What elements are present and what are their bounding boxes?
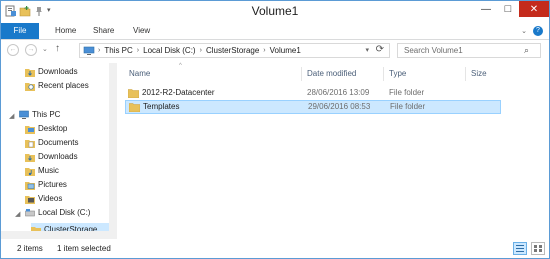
back-arrow-icon: ← [9,46,17,53]
details-view-button[interactable] [513,242,527,255]
tab-home[interactable]: Home [55,23,76,39]
title-bar[interactable]: ▾ Volume1 — □ ✕ [1,1,549,23]
sidebar-item-label: Pictures [38,180,67,189]
expand-arrow-icon[interactable]: ◢ [9,112,14,120]
large-icons-view-button[interactable] [531,242,545,255]
sidebar-item-label: Desktop [38,124,68,133]
large-icons-view-icon [534,245,542,252]
breadcrumb-local-disk[interactable]: Local Disk (C:) [143,46,195,55]
recent-locations-icon[interactable]: ⌄ [42,45,48,53]
window-title: Volume1 [251,4,299,18]
ribbon-expand-icon[interactable]: ⌄ [521,27,527,35]
sidebar-item-label: Music [38,166,59,175]
folder-icon [129,103,140,112]
item-count: 2 items [17,244,43,253]
breadcrumb-separator-icon: › [263,47,266,54]
file-type: File folder [389,88,425,97]
breadcrumb-separator-icon: › [98,47,101,54]
sidebar-item-label: Downloads [38,152,78,161]
minimize-button[interactable]: — [475,1,497,17]
file-name: Templates [143,102,180,111]
file-list: ^ Name Date modified Type Size 2012-R2-D… [119,63,549,238]
pc-icon [19,110,29,119]
address-bar[interactable]: › This PC › Local Disk (C:) › ClusterSto… [79,43,390,58]
column-divider[interactable] [383,67,384,81]
breadcrumb-clusterstorage[interactable]: ClusterStorage [206,46,259,55]
table-row[interactable]: 2012-R2-Datacenter 28/06/2016 13:09 File… [125,86,501,100]
column-header-date-modified[interactable]: Date modified [307,67,356,81]
navpane-scrollbar[interactable] [109,63,117,238]
column-header-type[interactable]: Type [389,67,406,81]
address-dropdown-icon[interactable]: ▾ [365,46,369,54]
ribbon-tabs: File Home Share View ⌄ ? [1,23,549,40]
navigation-pane: Downloads Recent places ◢ This PC Deskto… [1,63,109,238]
sidebar-item-pictures[interactable]: Pictures [25,178,67,192]
back-button[interactable]: ← [7,44,19,56]
documents-icon [25,140,35,148]
music-icon [25,168,35,176]
drive-icon [25,209,35,217]
selection-count: 1 item selected [57,244,111,253]
file-name: 2012-R2-Datacenter [142,88,215,97]
sort-indicator-icon: ^ [179,63,182,69]
sidebar-item-label: Downloads [38,67,78,76]
details-view-icon [516,245,524,252]
file-type: File folder [390,102,426,111]
help-icon[interactable]: ? [533,26,543,36]
pc-icon [83,46,95,55]
sidebar-item-videos[interactable]: Videos [25,192,62,206]
window-controls: — □ ✕ [475,1,549,17]
file-date: 28/06/2016 13:09 [307,88,370,97]
sidebar-item-label: Recent places [38,81,89,90]
forward-arrow-icon: → [27,46,35,53]
sidebar-item-label: Videos [38,194,63,203]
breadcrumb-this-pc[interactable]: This PC [104,46,132,55]
sidebar-item-local-disk[interactable]: Local Disk (C:) [25,206,90,220]
sidebar-item-label: Local Disk (C:) [38,208,91,217]
videos-icon [25,196,35,204]
recent-places-icon [25,83,35,91]
downloads-folder-icon [25,154,35,162]
up-arrow-icon[interactable]: ↑ [55,43,60,54]
refresh-icon[interactable]: ⟳ [376,44,384,55]
breadcrumb-separator-icon: › [136,47,140,54]
tab-file[interactable]: File [1,23,39,39]
column-divider[interactable] [465,67,466,81]
breadcrumb-separator-icon: › [199,47,202,54]
column-header-size[interactable]: Size [471,67,487,81]
desktop-icon [25,126,35,134]
pictures-icon [25,182,35,190]
table-row[interactable]: Templates 29/06/2016 08:53 File folder [125,100,501,114]
sidebar-item-recent-places[interactable]: Recent places [25,79,89,93]
sidebar-item-documents[interactable]: Documents [25,136,78,150]
sidebar-item-music[interactable]: Music [25,164,59,178]
sidebar-item-this-pc[interactable]: This PC [19,108,60,122]
address-row: ← → ⌄ ↑ › This PC › Local Disk (C:) › Cl… [1,40,549,62]
search-input[interactable]: Search Volume1 [397,43,541,58]
maximize-icon: □ [504,3,512,15]
sidebar-item-downloads-pc[interactable]: Downloads [25,150,78,164]
forward-button[interactable]: → [25,44,37,56]
file-date: 29/06/2016 08:53 [308,102,371,111]
sidebar-item-downloads[interactable]: Downloads [25,65,78,79]
close-button[interactable]: ✕ [519,1,549,17]
close-icon: ✕ [529,3,539,15]
sidebar-item-label: Documents [38,138,79,147]
sidebar-item-label: This PC [32,110,61,119]
expand-arrow-icon[interactable]: ◢ [15,210,20,218]
status-bar: 2 items 1 item selected [1,239,549,258]
search-icon: ⌕ [524,45,530,55]
breadcrumb-volume1[interactable]: Volume1 [270,46,301,55]
navpane-horizontal-scrollbar[interactable] [1,231,117,239]
folder-icon [128,89,139,98]
minimize-icon: — [481,3,491,15]
downloads-folder-icon [25,69,35,77]
tab-share[interactable]: Share [93,23,114,39]
explorer-window: ▾ Volume1 — □ ✕ File Home Share View ⌄ ?… [0,0,550,259]
sidebar-item-desktop[interactable]: Desktop [25,122,67,136]
maximize-button[interactable]: □ [497,1,519,17]
tab-view[interactable]: View [133,23,150,39]
column-header-name[interactable]: Name [129,67,150,81]
column-divider[interactable] [301,67,302,81]
